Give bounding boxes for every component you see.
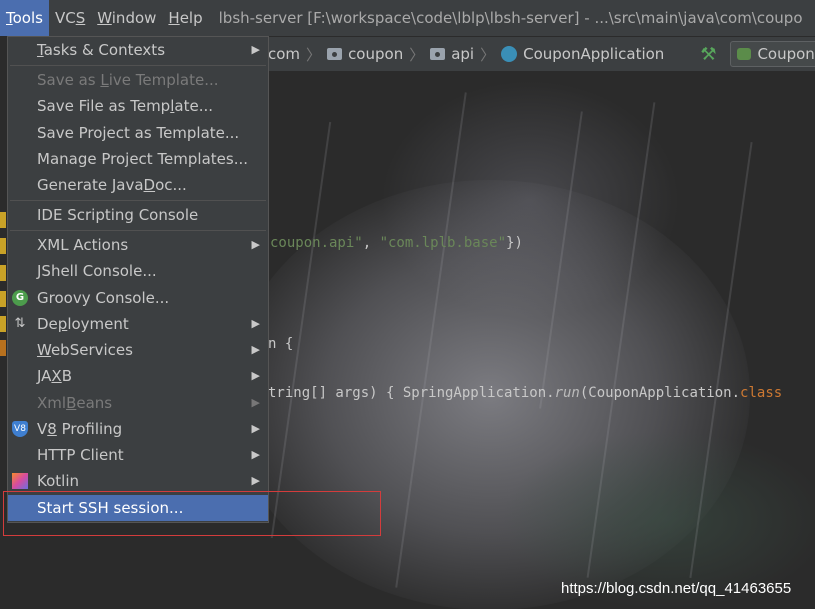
code-text: , [362,235,380,251]
code-text: tring[] args) { SpringApplication. [268,385,555,401]
submenu-arrow-icon: ▶ [251,43,260,56]
menu-divider [10,230,266,231]
kotlin-icon [12,473,28,489]
submenu-arrow-icon: ▶ [251,422,260,435]
breadcrumb-separator: 〉 [306,45,322,64]
menu-tools[interactable]: Tools [0,0,49,36]
v8-icon: V8 [12,421,28,437]
code-string: coupon.api" [270,235,363,251]
window-title: lbsh-server [F:\workspace\code\lblp\lbsh… [218,9,803,27]
menu-tools-label: ools [12,9,43,27]
submenu-arrow-icon: ▶ [251,369,260,382]
breadcrumb-separator: 〉 [480,45,496,64]
breadcrumb-coupon[interactable]: coupon [327,45,403,63]
gutter-marker [0,340,6,356]
breadcrumb-com[interactable]: com [268,45,300,63]
menu-item-tasks-contexts[interactable]: Tasks & Contexts ▶ [8,37,268,63]
menu-help[interactable]: Help [162,0,208,36]
menu-item-v8-profiling[interactable]: V8 V8 Profiling ▶ [8,416,268,442]
code-string: "com.lplb.base" [379,235,507,251]
navigation-bar: com 〉 coupon 〉 api 〉 CouponApplication ⚒… [268,37,815,71]
menu-divider [10,200,266,201]
gutter-marker [0,238,6,254]
menu-item-save-live-template: Save as Live Template... [37,71,219,89]
groovy-icon: G [12,290,28,306]
class-icon [501,46,518,62]
breadcrumb-couponapplication[interactable]: CouponApplication [501,45,664,63]
menu-item-http-client[interactable]: HTTP Client ▶ [8,442,268,468]
menu-item-webservices[interactable]: WebServices ▶ [8,337,268,363]
build-hammer-icon[interactable]: ⚒ [700,44,716,65]
menu-item-groovy-console[interactable]: G Groovy Console... [8,285,268,311]
gutter-marker [0,316,6,332]
menu-item-label: Groovy Console... [37,289,170,307]
menu-bar: Tools VCS Window Help lbsh-server [F:\wo… [0,0,815,36]
menu-item-jaxb[interactable]: JAXB ▶ [8,363,268,389]
breadcrumb-api[interactable]: api [430,45,474,63]
breadcrumb-label: api [451,45,475,63]
breadcrumb-separator: 〉 [409,45,425,64]
annotation-highlight-box [3,491,381,536]
submenu-arrow-icon: ▶ [251,238,260,251]
gutter-marker [0,265,6,281]
menu-item-manage-templates[interactable]: Manage Project Templates... [8,146,268,172]
menu-item-deployment[interactable]: ⇅ Deployment ▶ [8,311,268,337]
menu-divider [10,65,266,66]
watermark-text: https://blog.csdn.net/qq_41463655 [561,580,792,597]
gutter-marker [0,212,6,228]
menu-item-label: HTTP Client [37,446,124,464]
menu-item-label: Kotlin [37,472,79,490]
run-config-icon [737,48,752,60]
menu-item-label: IDE Scripting Console [37,206,199,224]
code-line-main: tring[] args) { SpringApplication.run(Co… [268,385,782,401]
menu-window[interactable]: Window [91,0,162,36]
menu-item-generate-javadoc[interactable]: Generate JavaDoc... [8,172,268,198]
code-line-class-decl: n { [268,336,293,352]
submenu-arrow-icon: ▶ [251,448,260,461]
submenu-arrow-icon: ▶ [251,317,260,330]
breadcrumb-label: coupon [348,45,404,63]
submenu-arrow-icon: ▶ [251,343,260,356]
breadcrumb-label: com [268,45,301,63]
tools-menu: Tasks & Contexts ▶ Save as Live Template.… [7,36,269,523]
menu-item-ide-scripting-console[interactable]: IDE Scripting Console [8,202,268,228]
submenu-arrow-icon: ▶ [251,396,260,409]
menu-item-label: Manage Project Templates... [37,150,249,168]
run-configuration-selector[interactable]: CouponAp [730,41,815,67]
code-text: (CouponApplication. [579,385,741,401]
menu-item-jshell-console[interactable]: JShell Console... [8,258,268,284]
menu-item-label: XML Actions [37,236,129,254]
code-text: }) [506,235,523,251]
menu-vcs[interactable]: VCS [49,0,91,36]
code-keyword: class [740,385,783,401]
package-icon [327,48,343,60]
menu-item-xml-actions[interactable]: XML Actions ▶ [8,232,268,258]
code-method: run [554,385,580,401]
menu-item-label: Save Project as Template... [37,124,240,142]
menu-item-save-file-template[interactable]: Save File as Template... [8,93,268,119]
package-icon [430,48,446,60]
run-config-label: CouponAp [757,45,815,63]
deployment-icon: ⇅ [14,316,26,331]
code-line-annotation: coupon.api", "com.lplb.base"}) [270,235,523,251]
gutter-marker [0,291,6,307]
menu-item-save-project-template[interactable]: Save Project as Template... [8,120,268,146]
menu-item-xmlbeans: XmlBeans ▶ [8,390,268,416]
menu-item-label: JShell Console... [37,262,157,280]
breadcrumb-label: CouponApplication [523,45,665,63]
code-text: n { [268,336,294,352]
